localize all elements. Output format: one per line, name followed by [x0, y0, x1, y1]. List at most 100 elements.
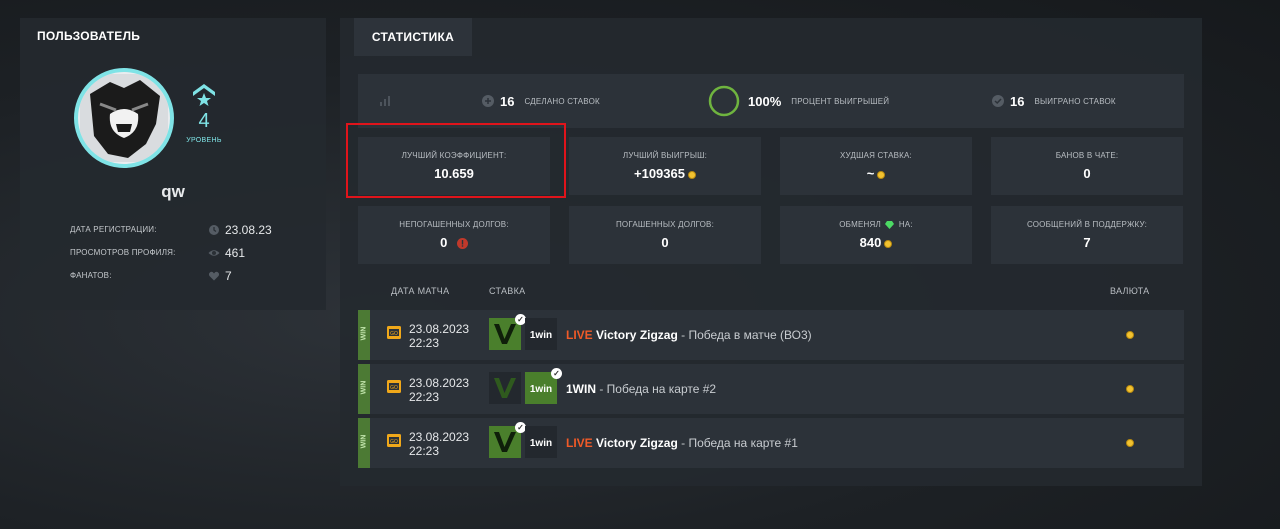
level-label: УРОВЕНЬ [186, 137, 222, 144]
card-value: 7 [1083, 235, 1091, 250]
1win-logo-icon: 1win [525, 426, 557, 458]
check-circle-icon [992, 95, 1004, 107]
heart-icon [208, 271, 220, 281]
win-percent-ring-icon [708, 85, 740, 117]
bet-description: 1WIN - Победа на карте #2 [566, 382, 716, 396]
1win-logo-icon: 1win [525, 318, 557, 350]
win-stripe: WIN [358, 310, 370, 360]
summary-win-percent-value: 100% [748, 93, 782, 109]
bet-team: Victory Zigzag [596, 436, 678, 450]
svg-text:1win: 1win [530, 384, 552, 395]
info-label: ПРОСМОТРОВ ПРОФИЛЯ: [70, 248, 176, 257]
card-label-wrap: ОБМЕНЯЛ НА: [780, 220, 972, 229]
card-label: СООБЩЕНИЙ В ПОДДЕРЖКУ: [1026, 220, 1148, 229]
summary-bar: 16 СДЕЛАНО СТАВОК 100% ПРОЦЕНТ ВЫИГРЫШЕЙ… [358, 74, 1184, 128]
win-status: WIN [360, 434, 368, 449]
level-star-icon [193, 84, 215, 106]
info-value: 7 [225, 269, 232, 283]
summary-win-percent: 100% ПРОЦЕНТ ВЫИГРЫШЕЙ [708, 74, 889, 128]
card-label: ОБМЕНЯЛ [839, 220, 881, 229]
user-panel-title: ПОЛЬЗОВАТЕЛЬ [37, 29, 141, 43]
card-best-win: ЛУЧШИЙ ВЫИГРЫШ: +109365 [569, 137, 761, 195]
row-datetime: 23.08.2023 22:23 [409, 322, 469, 350]
summary-won-label: ВЫИГРАНО СТАВОК [1034, 96, 1116, 106]
level-badge: 4 УРОВЕНЬ [186, 82, 222, 144]
summary-made-label: СДЕЛАНО СТАВОК [524, 96, 600, 106]
coin-icon [877, 170, 886, 179]
team-logo-1win: 1win [525, 426, 557, 458]
win-status: WIN [360, 326, 368, 341]
card-value-wrap: ~ [780, 166, 972, 181]
bar-chart-icon [380, 96, 390, 106]
card-label: НЕПОГАШЕННЫХ ДОЛГОВ: [399, 220, 509, 229]
card-label: ПОГАШЕННЫХ ДОЛГОВ: [615, 220, 715, 229]
card-value: +109365 [634, 166, 685, 181]
bet-desc: - Победа в матче (ВО3) [677, 328, 812, 342]
row-datetime: 23.08.2023 22:23 [409, 430, 469, 458]
highlight-box [346, 123, 566, 198]
currency-coin-icon [1126, 331, 1134, 339]
tab-statistics[interactable]: СТАТИСТИКА [354, 18, 472, 56]
avatar[interactable] [74, 68, 174, 168]
warning-icon[interactable] [456, 238, 468, 250]
card-label-suffix: НА: [898, 220, 913, 229]
table-header-currency: ВАЛЮТА [1110, 286, 1150, 296]
team-logo-victory-zigzag [489, 372, 521, 404]
currency-coin-icon [1126, 385, 1134, 393]
card-support-messages: СООБЩЕНИЙ В ПОДДЕРЖКУ: 7 [991, 206, 1183, 264]
card-paid-debts: ПОГАШЕННЫХ ДОЛГОВ: 0 [569, 206, 761, 264]
card-label: БАНОВ В ЧАТЕ: [1055, 151, 1119, 160]
row-date: 23.08.2023 [409, 430, 470, 444]
card-worst-bet: ХУДШАЯ СТАВКА: ~ [780, 137, 972, 195]
bet-team: 1WIN [566, 382, 596, 396]
team-logo-1win: 1win ✓ [525, 368, 562, 404]
svg-text:1win: 1win [530, 438, 552, 449]
summary-made: 16 СДЕЛАНО СТАВОК [482, 74, 600, 128]
card-value: 0 [661, 235, 669, 250]
bet-desc: - Победа на карте #2 [596, 382, 717, 396]
win-status: WIN [360, 380, 368, 395]
info-value: 461 [225, 246, 246, 260]
bet-desc: - Победа на карте #1 [677, 436, 798, 450]
row-time: 22:23 [409, 390, 440, 404]
summary-won: 16 ВЫИГРАНО СТАВОК [992, 74, 1116, 128]
team-logo-victory-zigzag: ✓ [489, 422, 526, 458]
card-unpaid-debts: НЕПОГАШЕННЫХ ДОЛГОВ: 0 [358, 206, 550, 264]
svg-text:GO: GO [390, 439, 398, 445]
svg-text:1win: 1win [530, 330, 552, 341]
card-value: 0 [1083, 166, 1091, 181]
table-row[interactable]: WIN GO 23.08.2023 22:23 ✓ 1win LIVE Victo… [358, 310, 1184, 360]
table-row[interactable]: WIN GO 23.08.2023 22:23 ✓ 1win LIVE Victo… [358, 418, 1184, 468]
row-date: 23.08.2023 [409, 322, 470, 336]
victory-zigzag-logo-icon [489, 372, 521, 404]
card-value-wrap: 840 [780, 235, 972, 250]
row-date: 23.08.2023 [409, 376, 470, 390]
clock-icon [209, 225, 219, 235]
coin-icon [884, 239, 893, 248]
team-logo-1win: 1win [525, 318, 557, 350]
card-chat-bans: БАНОВ В ЧАТЕ: 0 [991, 137, 1183, 195]
table-header-date: ДАТА МАТЧА [391, 286, 450, 296]
eye-icon [208, 250, 220, 256]
info-value: 23.08.23 [225, 223, 272, 237]
gem-icon [885, 220, 895, 229]
csgo-game-icon: GO [387, 380, 401, 393]
level-number: 4 [198, 110, 210, 132]
svg-text:GO: GO [390, 331, 398, 337]
info-label: ДАТА РЕГИСТРАЦИИ: [70, 225, 157, 234]
card-value-wrap: 0 [358, 235, 550, 250]
live-badge: LIVE [566, 328, 593, 342]
card-value: ~ [866, 166, 875, 181]
summary-made-count: 16 [500, 93, 515, 109]
card-label: ХУДШАЯ СТАВКА: [840, 151, 912, 160]
win-stripe: WIN [358, 418, 370, 468]
card-value-wrap: +109365 [569, 166, 761, 181]
avatar-image [80, 74, 168, 162]
bet-description: LIVE Victory Zigzag - Победа в матче (ВО… [566, 328, 812, 342]
row-time: 22:23 [409, 444, 440, 458]
username: qw [161, 182, 185, 201]
currency-coin-icon [1126, 439, 1134, 447]
row-datetime: 23.08.2023 22:23 [409, 376, 469, 404]
table-row[interactable]: WIN GO 23.08.2023 22:23 1win ✓ 1WIN - Поб… [358, 364, 1184, 414]
svg-text:GO: GO [390, 385, 398, 391]
